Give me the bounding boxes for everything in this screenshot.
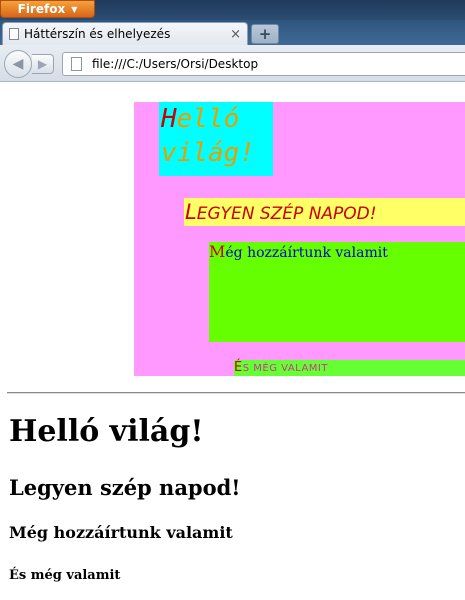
navigation-bar: ◀ ▶ file:///C:/Users/Orsi/Desktop bbox=[0, 45, 465, 82]
hello-first-letter: H bbox=[161, 104, 177, 134]
page-content: Helló világ! LEGYEN SZÉP NAPOD! Még hozz… bbox=[0, 82, 465, 600]
pink-container: Helló világ! LEGYEN SZÉP NAPOD! Még hozz… bbox=[134, 102, 465, 376]
new-tab-button[interactable]: + bbox=[251, 24, 279, 44]
tab-title: Háttérszín és elhelyezés bbox=[24, 27, 171, 41]
and-first-letter: É bbox=[234, 360, 243, 375]
added-something-box: Még hozzáírtunk valamit bbox=[209, 242, 465, 342]
firefox-menu-label: Firefox bbox=[17, 2, 66, 16]
nice-day-first-letter: L bbox=[185, 200, 197, 224]
tab-strip: Háttérszín és elhelyezés × + bbox=[0, 20, 465, 45]
heading-3: Még hozzáírtunk valamit bbox=[9, 523, 233, 542]
firefox-menu-button[interactable]: Firefox ▼ bbox=[0, 0, 95, 18]
added-first-letter: M bbox=[209, 242, 226, 261]
browser-chrome: Firefox ▼ Háttérszín és elhelyezés × + ◀… bbox=[0, 0, 465, 82]
url-input[interactable]: file:///C:/Users/Orsi/Desktop bbox=[62, 52, 465, 76]
added-text: ég hozzáírtunk valamit bbox=[225, 245, 388, 261]
heading-2: Legyen szép napod! bbox=[9, 475, 241, 500]
tab-active[interactable]: Háttérszín és elhelyezés × bbox=[2, 22, 248, 45]
and-something-box: ÉS MÉG VALAMIT bbox=[234, 360, 465, 376]
url-text: file:///C:/Users/Orsi/Desktop bbox=[92, 57, 259, 71]
horizontal-rule bbox=[7, 392, 465, 394]
title-bar: Firefox ▼ bbox=[0, 0, 465, 20]
nice-day-box: LEGYEN SZÉP NAPOD! bbox=[184, 198, 465, 226]
and-text: S MÉG VALAMIT bbox=[242, 363, 328, 374]
page-icon bbox=[71, 57, 82, 71]
back-button[interactable]: ◀ bbox=[4, 50, 32, 78]
heading-1: Helló világ! bbox=[9, 414, 204, 449]
forward-button[interactable]: ▶ bbox=[32, 54, 54, 74]
back-arrow-icon: ◀ bbox=[12, 56, 24, 72]
heading-4: És még valamit bbox=[9, 568, 121, 583]
forward-arrow-icon: ▶ bbox=[37, 57, 48, 71]
chevron-down-icon: ▼ bbox=[71, 4, 78, 14]
document-icon bbox=[9, 28, 19, 40]
close-tab-icon[interactable]: × bbox=[230, 27, 241, 42]
hello-box: Helló világ! bbox=[159, 102, 273, 176]
nice-day-text: EGYEN SZÉP NAPOD! bbox=[196, 204, 377, 224]
